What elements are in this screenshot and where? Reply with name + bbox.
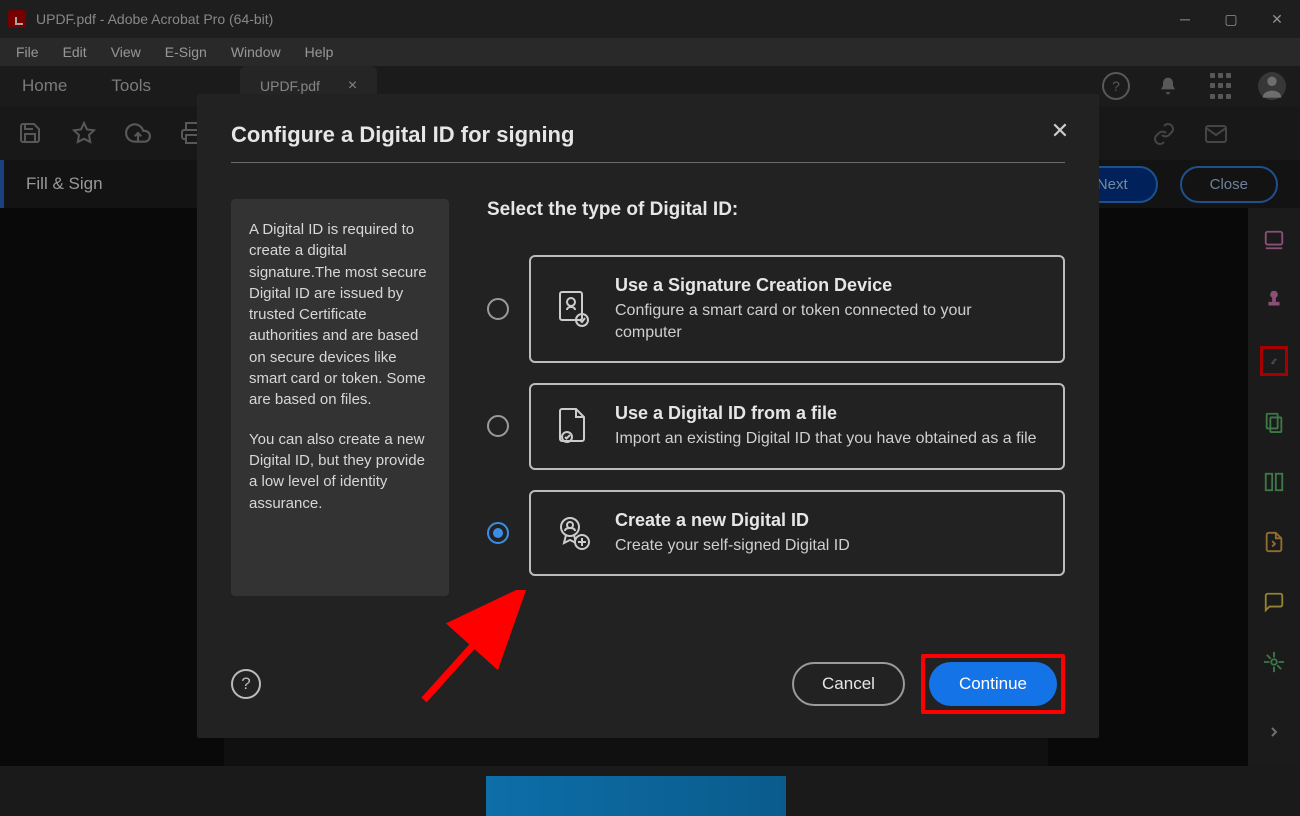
- file-badge-icon: [553, 406, 593, 446]
- option-signature-device[interactable]: Use a Signature Creation Device Configur…: [487, 255, 1065, 363]
- dialog-help-icon[interactable]: ?: [231, 669, 261, 699]
- divider: [231, 162, 1065, 163]
- option-desc: Configure a smart card or token connecte…: [615, 300, 1041, 343]
- new-id-icon: [553, 513, 593, 553]
- info-panel: A Digital ID is required to create a dig…: [231, 199, 449, 596]
- dialog-footer: ? Cancel Continue: [231, 654, 1065, 714]
- option-create-new-id[interactable]: Create a new Digital ID Create your self…: [487, 490, 1065, 577]
- dialog-title: Configure a Digital ID for signing: [231, 122, 1065, 148]
- option-id-from-file[interactable]: Use a Digital ID from a file Import an e…: [487, 383, 1065, 470]
- option-desc: Create your self-signed Digital ID: [615, 535, 850, 557]
- option-title: Use a Digital ID from a file: [615, 403, 1037, 424]
- select-heading: Select the type of Digital ID:: [487, 199, 1065, 221]
- cancel-button[interactable]: Cancel: [792, 662, 905, 706]
- radio-signature-device[interactable]: [487, 298, 509, 320]
- option-title: Create a new Digital ID: [615, 510, 850, 531]
- info-paragraph-2: You can also create a new Digital ID, bu…: [249, 429, 431, 514]
- option-title: Use a Signature Creation Device: [615, 275, 1041, 296]
- document-image: [486, 776, 786, 816]
- option-desc: Import an existing Digital ID that you h…: [615, 428, 1037, 450]
- continue-button[interactable]: Continue: [929, 662, 1057, 706]
- badge-device-icon: [553, 289, 593, 329]
- radio-create-new-id[interactable]: [487, 522, 509, 544]
- info-paragraph-1: A Digital ID is required to create a dig…: [249, 219, 431, 411]
- dialog-close-icon[interactable]: ✕: [1045, 116, 1075, 146]
- options-column: Select the type of Digital ID: Use a Sig…: [487, 199, 1065, 596]
- configure-digital-id-dialog: Configure a Digital ID for signing ✕ A D…: [197, 94, 1099, 738]
- highlight-annotation: Continue: [921, 654, 1065, 714]
- radio-id-from-file[interactable]: [487, 415, 509, 437]
